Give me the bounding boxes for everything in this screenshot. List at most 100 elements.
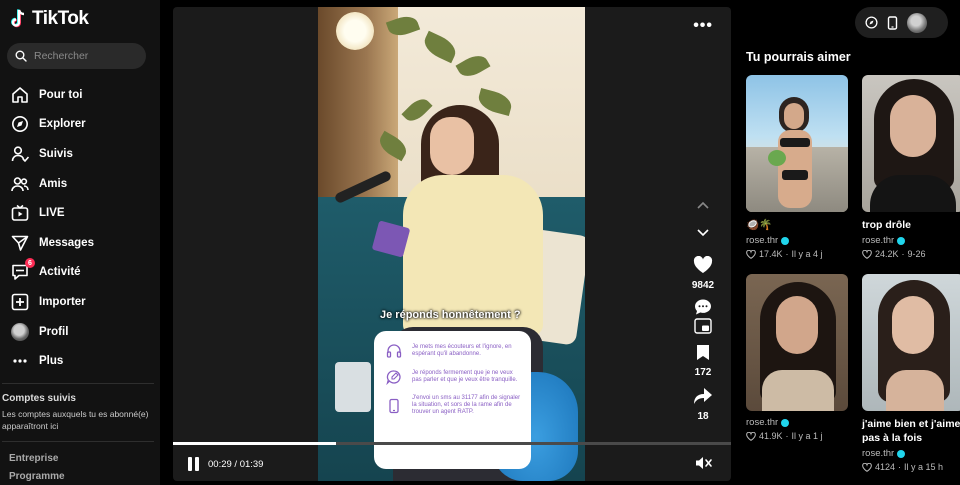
nav-item-pour-toi[interactable]: Pour toi <box>10 80 155 110</box>
comment-icon <box>695 299 711 315</box>
search-bar[interactable] <box>7 43 146 69</box>
suggestion-card[interactable]: trop drôle rose.thr 24.2K · 9-26 <box>862 75 960 259</box>
sticker-option-text: Je réponds fermement que je ne veux pas … <box>412 370 518 383</box>
suggestion-thumbnail[interactable] <box>746 75 848 212</box>
picture-in-picture-icon <box>694 318 712 334</box>
send-icon <box>10 233 30 253</box>
nav-item-plus[interactable]: Plus <box>10 346 155 376</box>
suggestion-thumbnail[interactable] <box>862 75 960 212</box>
nav-item-importer[interactable]: Importer <box>10 287 155 317</box>
top-right-actions <box>855 7 948 38</box>
avatar-icon <box>10 322 30 342</box>
author-name: rose.thr <box>746 235 779 246</box>
prev-video-button[interactable] <box>688 197 718 215</box>
nav-item-live[interactable]: LIVE <box>10 198 155 228</box>
share-button[interactable]: 18 <box>688 387 718 422</box>
date: Il y a 15 h <box>904 462 944 472</box>
like-button[interactable]: 9842 <box>688 255 718 291</box>
nav-label: Amis <box>39 177 68 190</box>
like-count: 41.9K <box>759 431 783 441</box>
heart-outline-icon <box>862 249 872 259</box>
save-count: 172 <box>694 367 712 378</box>
suggestion-card[interactable]: rose.thr 41.9K · Il y a 1 j <box>746 274 848 441</box>
chevron-down-icon <box>697 229 709 237</box>
suggestion-title: trop drôle <box>862 219 911 231</box>
suggestion-thumbnail[interactable] <box>862 274 960 411</box>
more-icon <box>10 351 30 371</box>
nav-item-activite[interactable]: 6 Activité <box>10 258 155 288</box>
pause-button[interactable] <box>187 457 201 471</box>
speaker-muted-icon <box>696 457 712 469</box>
mute-button[interactable] <box>695 456 713 475</box>
nav-item-suivis[interactable]: Suivis <box>10 139 155 169</box>
nav-item-messages[interactable]: Messages <box>10 228 155 258</box>
video-person-face <box>430 117 474 175</box>
sticker-option-text: Je mets mes écouteurs et l'ignore, en es… <box>412 344 512 357</box>
suggestion-thumbnail[interactable] <box>746 274 848 411</box>
suggestion-author[interactable]: rose.thr <box>746 417 848 428</box>
user-follow-icon <box>10 144 30 164</box>
plus-square-icon <box>10 292 30 312</box>
heart-outline-icon <box>746 249 756 259</box>
divider <box>2 383 154 384</box>
suggestion-title: j'aime bien et j'aime pas à la fois <box>862 418 960 444</box>
playback-time: 00:29 / 01:39 <box>208 459 264 470</box>
followed-accounts-description: Les comptes auxquels tu es abonné(e) app… <box>2 409 149 431</box>
nav-item-profil[interactable]: Profil <box>10 317 155 347</box>
bookmark-icon <box>697 345 709 360</box>
heart-icon <box>693 255 713 273</box>
sticker-option: J'envoi un sms au 31177 afin de signaler… <box>386 395 521 416</box>
date: 9-26 <box>907 249 926 259</box>
chat-bubble-icon <box>386 370 401 385</box>
like-count: 4124 <box>875 462 896 472</box>
nav-label: Pour toi <box>39 88 83 101</box>
tiktok-note-icon <box>11 9 25 28</box>
sticker-option-text: J'envoi un sms au 31177 afin de signaler… <box>412 395 521 415</box>
sidebar: TikTok Pour toi Explorer Suivis <box>0 0 160 485</box>
suggestion-author[interactable]: rose.thr <box>746 235 848 246</box>
suggestion-author[interactable]: rose.thr <box>862 448 960 459</box>
suggestion-card[interactable]: 🥥🌴 rose.thr 17.4K · Il y a 4 j <box>746 75 848 259</box>
footer-link-company[interactable]: Entreprise <box>9 453 58 464</box>
compass-icon[interactable] <box>865 16 878 29</box>
live-tv-icon <box>10 203 30 223</box>
friends-icon <box>10 174 30 194</box>
share-count: 18 <box>697 411 709 422</box>
tiktok-logo[interactable]: TikTok <box>10 8 89 30</box>
suggestion-card[interactable]: j'aime bien et j'aime pas à la fois rose… <box>862 274 960 472</box>
phone-icon <box>389 398 399 413</box>
suggestion-meta: 24.2K · 9-26 <box>862 249 960 259</box>
save-button[interactable]: 172 <box>688 344 718 378</box>
footer-link-program[interactable]: Programme <box>9 471 65 482</box>
separator-dot: · <box>898 462 902 472</box>
nav-label: Profil <box>39 325 69 338</box>
suggestion-meta: 41.9K · Il y a 1 j <box>746 431 848 441</box>
profile-avatar-button[interactable] <box>907 12 927 33</box>
picture-in-picture-button[interactable] <box>688 318 718 339</box>
author-name: rose.thr <box>862 235 895 246</box>
suggestion-author[interactable]: rose.thr <box>862 235 960 246</box>
date: Il y a 4 j <box>791 249 823 259</box>
progress-bar[interactable] <box>173 442 731 445</box>
separator-dot: · <box>785 249 789 259</box>
nav-label: Explorer <box>39 118 86 131</box>
like-count: 17.4K <box>759 249 783 259</box>
logo-text: TikTok <box>32 8 89 29</box>
nav-item-amis[interactable]: Amis <box>10 169 155 199</box>
nav-label: Suivis <box>39 147 73 160</box>
chevron-up-icon <box>697 201 709 209</box>
phone-app-icon[interactable] <box>887 15 898 30</box>
notification-badge: 6 <box>25 258 35 269</box>
search-input[interactable] <box>34 50 134 62</box>
video-player[interactable]: Je réponds honnêtement ? Je mets mes éco… <box>173 7 731 481</box>
divider <box>2 441 154 442</box>
heart-outline-icon <box>862 462 872 472</box>
avatar <box>11 322 29 341</box>
nav-label: LIVE <box>39 207 65 220</box>
more-options-button[interactable]: ••• <box>693 17 713 35</box>
next-video-button[interactable] <box>688 225 718 243</box>
nav-label: Messages <box>39 236 94 249</box>
nav-item-explorer[interactable]: Explorer <box>10 110 155 140</box>
sticker-option: Je réponds fermement que je ne veux pas … <box>386 369 521 385</box>
author-name: rose.thr <box>862 448 895 459</box>
